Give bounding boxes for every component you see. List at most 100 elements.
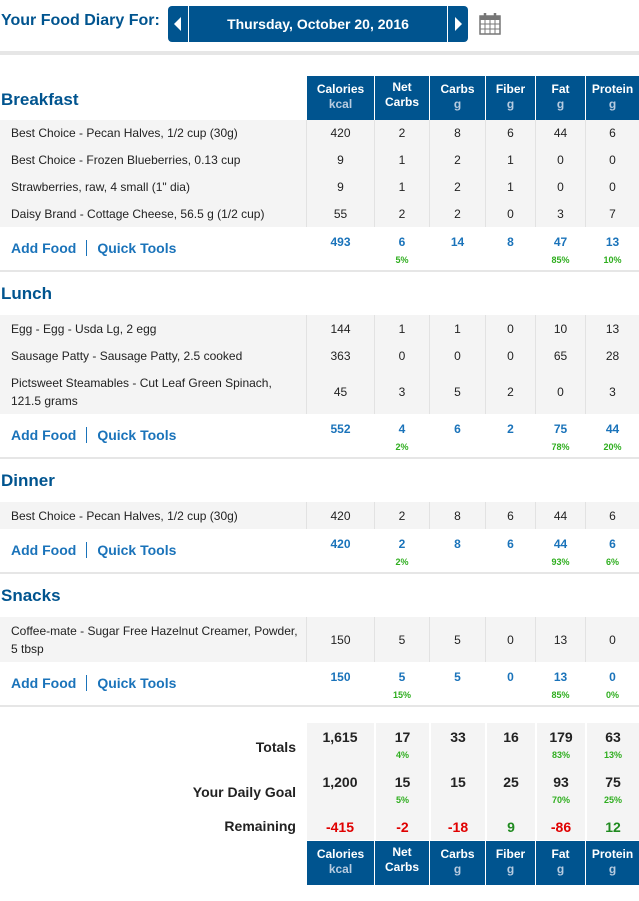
summary-remaining-calories: -415 <box>306 813 374 840</box>
column-unit: g <box>506 97 515 111</box>
food-name[interactable]: Egg - Egg - Usda Lg, 2 egg <box>11 315 301 342</box>
summary-value: 16 <box>503 729 519 745</box>
food-row[interactable]: Best Choice - Frozen Blueberries, 0.13 c… <box>0 146 639 174</box>
calendar-icon[interactable] <box>479 11 501 35</box>
food-value-carbs: 0 <box>429 342 485 369</box>
food-value-fat: 44 <box>535 502 585 529</box>
summary-goal-protein: 75 25% <box>585 768 639 813</box>
summary-totals-fiber: 16 <box>485 723 535 768</box>
food-value-net: 5 <box>374 617 429 662</box>
add-food-link[interactable]: Add Food <box>11 427 76 443</box>
food-value-fat: 44 <box>535 120 585 146</box>
quick-tools-link[interactable]: Quick Tools <box>97 240 176 256</box>
summary-value: 12 <box>605 819 621 835</box>
food-row[interactable]: Egg - Egg - Usda Lg, 2 egg 144 1 1 0 10 13 <box>0 315 639 343</box>
add-food-link[interactable]: Add Food <box>11 675 76 691</box>
food-value-protein: 0 <box>585 617 639 662</box>
food-value-protein: 0 <box>585 173 639 200</box>
header-col-fiber: Fiber g <box>486 76 535 120</box>
percent-value: 85% <box>551 690 570 700</box>
percent-value: 6% <box>605 557 619 567</box>
meal-total-protein: 6 6% <box>586 537 639 567</box>
food-row[interactable]: Daisy Brand - Cottage Cheese, 56.5 g (1/… <box>0 200 639 228</box>
add-food-link[interactable]: Add Food <box>11 240 76 256</box>
summary-remaining-protein: 12 <box>585 813 639 840</box>
meal-total-net: 4 2% <box>375 422 429 452</box>
summary-goal-fiber: 25 <box>485 768 535 813</box>
total-value: 2 <box>398 537 406 551</box>
summary-value: 1,200 <box>322 774 358 790</box>
link-separator <box>86 240 88 256</box>
food-value-calories: 144 <box>306 315 374 342</box>
header-col-carbs: Carbs g <box>430 76 485 120</box>
food-value-calories: 9 <box>306 146 374 173</box>
meal-summary-row: Add Food Quick Tools 552 4 2% 6 2 75 78% 44 20% <box>0 414 639 459</box>
food-name[interactable]: Sausage Patty - Sausage Patty, 2.5 cooke… <box>11 342 301 369</box>
meal-total-calories: 420 <box>307 537 374 551</box>
food-name[interactable]: Strawberries, raw, 4 small (1" dia) <box>11 173 301 200</box>
meal-total-fiber: 6 <box>486 537 535 551</box>
food-value-fiber: 1 <box>485 146 535 173</box>
meal-title: Lunch <box>1 284 52 303</box>
quick-tools-link[interactable]: Quick Tools <box>97 542 176 558</box>
column-unit: g <box>506 862 515 876</box>
summary-goal-net: 15 5% <box>374 768 429 813</box>
percent-value: 25% <box>603 795 622 805</box>
food-value-fiber: 6 <box>485 120 535 146</box>
food-row[interactable]: Best Choice - Pecan Halves, 1/2 cup (30g… <box>0 120 639 147</box>
percent-value: 70% <box>551 795 570 805</box>
meal-links: Add Food Quick Tools <box>11 542 176 558</box>
column-name: Fiber <box>495 847 526 861</box>
column-name: Calories <box>316 82 365 96</box>
food-row[interactable]: Coffee-mate - Sugar Free Hazelnut Creame… <box>0 617 639 663</box>
summary-row-goal: 1,200 15 5% 15 25 93 70% 75 25% <box>307 768 639 815</box>
food-value-calories: 55 <box>306 200 374 227</box>
summary-totals-fat: 179 83% <box>535 723 585 768</box>
food-value-fiber: 1 <box>485 173 535 200</box>
food-value-carbs: 2 <box>429 173 485 200</box>
total-value: 44 <box>553 537 568 551</box>
summary-row-remaining: -415 -2 -18 9 -86 12 <box>307 813 639 842</box>
percent-value: 5% <box>395 255 409 265</box>
food-name[interactable]: Daisy Brand - Cottage Cheese, 56.5 g (1/… <box>11 200 301 227</box>
food-name[interactable]: Coffee-mate - Sugar Free Hazelnut Creame… <box>11 617 301 662</box>
footer-col-fiber: Fiber g <box>486 841 535 885</box>
percent-value: 10% <box>603 255 622 265</box>
column-name: Net <box>392 80 412 94</box>
quick-tools-link[interactable]: Quick Tools <box>97 675 176 691</box>
summary-value: 93 <box>553 774 569 790</box>
food-value-protein: 6 <box>585 120 639 146</box>
food-value-protein: 6 <box>585 502 639 529</box>
food-value-net: 1 <box>374 315 429 342</box>
summary-goal-fat: 93 70% <box>535 768 585 813</box>
food-row[interactable]: Pictsweet Steamables - Cut Leaf Green Sp… <box>0 369 639 415</box>
food-name[interactable]: Best Choice - Frozen Blueberries, 0.13 c… <box>11 146 301 173</box>
current-date[interactable]: Thursday, October 20, 2016 <box>189 6 447 42</box>
food-name[interactable]: Best Choice - Pecan Halves, 1/2 cup (30g… <box>11 120 301 146</box>
meal-total-calories: 552 <box>307 422 374 436</box>
meal-title: Breakfast <box>1 90 79 109</box>
food-value-fiber: 2 <box>485 369 535 414</box>
column-name: Fat <box>551 82 570 96</box>
food-row[interactable]: Strawberries, raw, 4 small (1" dia) 9 1 2 1 0… <box>0 173 639 201</box>
meal-total-carbs: 8 <box>430 537 485 551</box>
link-separator <box>86 427 88 443</box>
quick-tools-link[interactable]: Quick Tools <box>97 427 176 443</box>
add-food-link[interactable]: Add Food <box>11 542 76 558</box>
summary-value: -86 <box>550 819 572 835</box>
food-value-calories: 363 <box>306 342 374 369</box>
food-row[interactable]: Sausage Patty - Sausage Patty, 2.5 cooke… <box>0 342 639 370</box>
food-name[interactable]: Pictsweet Steamables - Cut Leaf Green Sp… <box>11 369 301 414</box>
summary-remaining-net: -2 <box>374 813 429 840</box>
food-name[interactable]: Best Choice - Pecan Halves, 1/2 cup (30g… <box>11 502 301 529</box>
food-value-fiber: 0 <box>485 617 535 662</box>
food-row[interactable]: Best Choice - Pecan Halves, 1/2 cup (30g… <box>0 502 639 530</box>
total-value: 420 <box>330 537 351 551</box>
link-separator <box>86 675 88 691</box>
total-value: 14 <box>450 235 465 249</box>
column-unit: g <box>608 862 617 876</box>
previous-day-button[interactable] <box>168 6 189 42</box>
summary-label-goal: Your Daily Goal <box>192 784 296 800</box>
meal-total-fat: 13 85% <box>536 670 585 700</box>
next-day-button[interactable] <box>447 6 468 42</box>
